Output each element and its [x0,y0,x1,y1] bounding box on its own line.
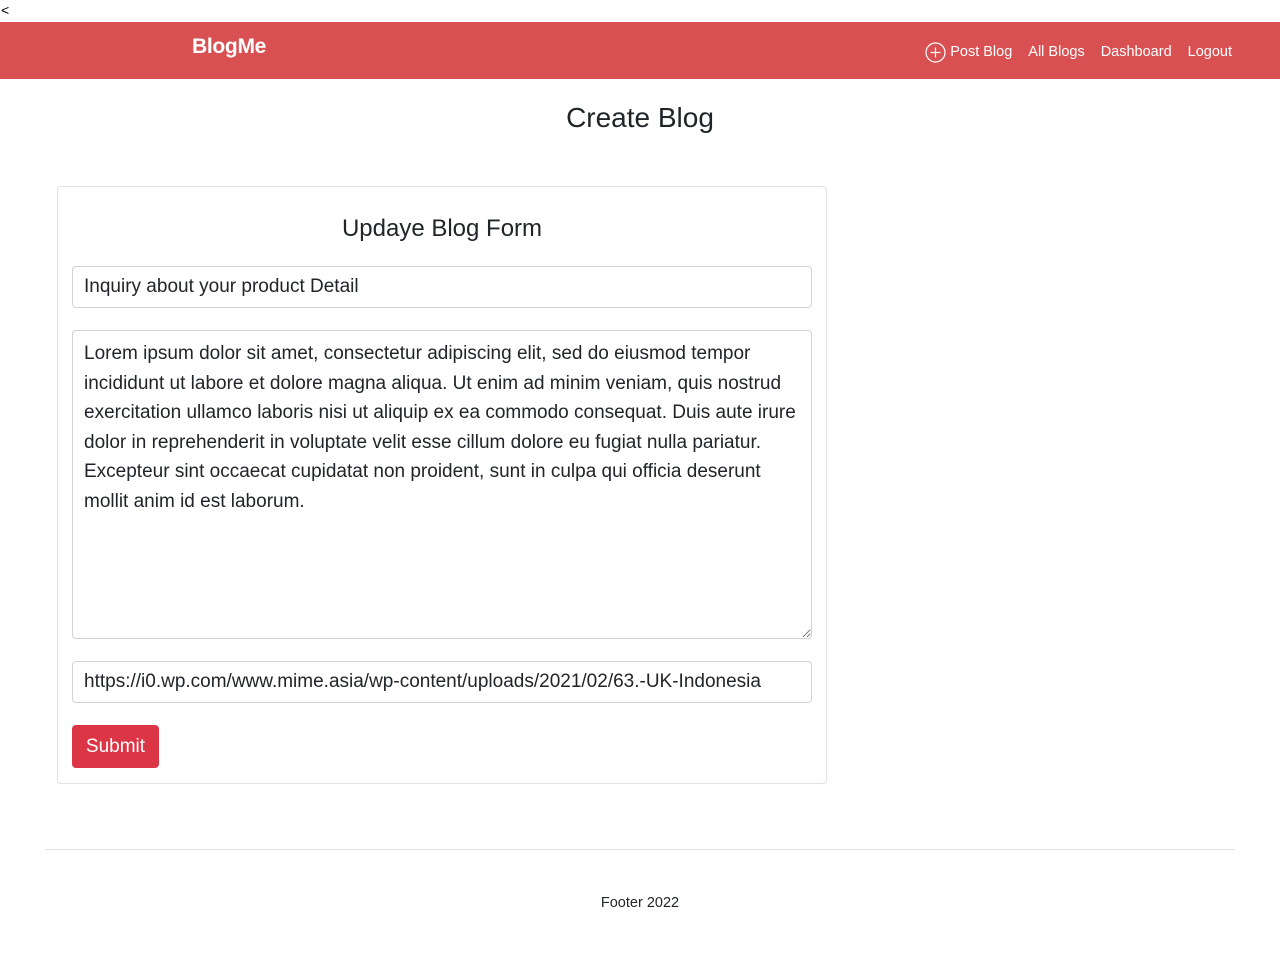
blog-form-card: Updaye Blog Form Lorem ipsum dolor sit a… [57,186,827,784]
brand-logo[interactable]: BlogMe [192,35,266,59]
image-url-input[interactable] [72,661,812,703]
blog-title-input[interactable] [72,266,812,308]
submit-button[interactable]: Submit [72,725,159,768]
nav-dashboard[interactable]: Dashboard [1101,44,1172,60]
nav-all-blogs[interactable]: All Blogs [1028,44,1084,60]
page-title: Create Blog [566,102,714,133]
nav-links: Post Blog All Blogs Dashboard Logout [925,41,1232,63]
nav-post-blog[interactable]: Post Blog [925,41,1012,63]
nav-post-blog-label: Post Blog [950,44,1013,60]
nav-logout[interactable]: Logout [1188,44,1232,60]
footer-text: Footer 2022 [600,895,680,911]
top-navbar: BlogMe Post Blog All Blogs Dashboard Log… [0,22,1280,79]
footer-divider [45,849,1235,850]
plus-circle-icon [925,42,946,63]
stray-text: < [1,2,10,18]
blog-body-textarea[interactable]: Lorem ipsum dolor sit amet, consectetur … [72,330,812,639]
form-title: Updaye Blog Form [341,215,543,242]
